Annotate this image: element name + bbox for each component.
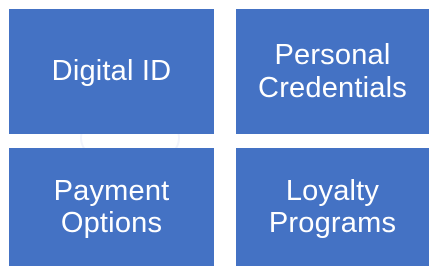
tile-label-line: Options bbox=[60, 207, 163, 239]
tile-label-line: Programs bbox=[268, 207, 397, 239]
tile-label-line: Loyalty bbox=[285, 174, 380, 207]
tile-digital-id: Digital ID bbox=[9, 9, 214, 134]
tile-label-line: Personal bbox=[274, 39, 391, 72]
tile-payment-options: Payment Options bbox=[9, 148, 214, 266]
tile-loyalty-programs: Loyalty Programs bbox=[236, 148, 429, 266]
tile-label-line: Digital ID bbox=[51, 55, 172, 88]
tile-label-line: Payment bbox=[53, 174, 170, 207]
tile-label-line: Credentials bbox=[258, 71, 407, 104]
tile-personal-credentials: Personal Credentials bbox=[236, 9, 429, 134]
